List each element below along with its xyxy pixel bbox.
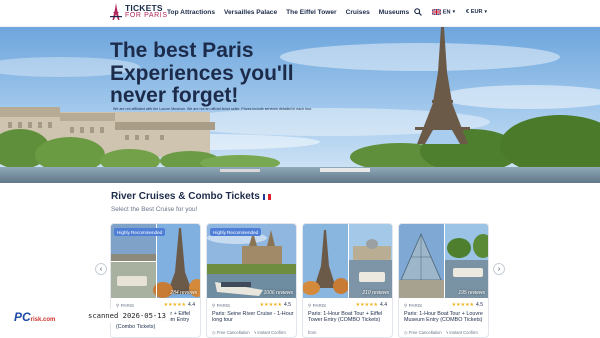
- free-cancellation-feature: ◷ Free Cancellation: [404, 330, 442, 335]
- review-count: 284 reviews: [170, 290, 197, 296]
- france-flag-icon: [262, 193, 271, 200]
- review-count: 210 reviews: [362, 290, 389, 296]
- rating-value: 4.4: [188, 302, 195, 308]
- tour-location: ⚲ PARIS: [308, 303, 326, 309]
- watermark-text: PC: [14, 310, 31, 324]
- pcrisk-watermark: PCrisk.com: [10, 306, 60, 328]
- stars-icon: ★★★★★: [451, 302, 475, 308]
- hero-title: The best Paris Experiences you'll never …: [110, 39, 340, 108]
- price-from-label: from: [308, 330, 317, 335]
- feature-text: Free Cancellation: [216, 330, 250, 335]
- star-rating: ★★★★★ 4.5: [452, 302, 483, 308]
- nav-eiffel-tower[interactable]: The Eiffel Tower: [286, 9, 336, 16]
- instant-confirm-feature: ϟ Instant Confirm: [254, 330, 286, 335]
- uk-flag-icon: [431, 8, 441, 15]
- search-icon[interactable]: [414, 8, 422, 16]
- main-nav: Top Attractions Versailles Palace The Ei…: [167, 9, 409, 16]
- hero-title-line2: Experiences you'll: [110, 61, 294, 85]
- nav-cruises[interactable]: Cruises: [346, 9, 370, 16]
- rating-value: 4.5: [284, 302, 291, 308]
- tour-card[interactable]: 210 reviews ⚲ PARIS ★★★★★ 4.4 Paris: 1-Ho…: [302, 223, 393, 338]
- chevron-right-icon: ›: [497, 265, 501, 273]
- free-cancellation-feature: ◷ Free Cancellation: [212, 330, 250, 335]
- section-title-text: River Cruises & Combo Tickets: [111, 191, 260, 202]
- tour-location: ⚲ PARIS: [404, 303, 422, 309]
- section-title: River Cruises & Combo Tickets: [111, 191, 271, 202]
- tour-card-image: [303, 224, 392, 298]
- carousel-next-button[interactable]: ›: [493, 263, 505, 275]
- chevron-left-icon: ‹: [99, 265, 103, 273]
- stars-icon: ★★★★★: [355, 302, 379, 308]
- currency-label: € EUR: [466, 9, 483, 15]
- chevron-down-icon: ▼: [451, 9, 457, 15]
- tour-location-text: PARIS: [216, 303, 231, 308]
- hero-banner: The best Paris Experiences you'll never …: [0, 27, 600, 183]
- logo-line1: TICKETS: [125, 3, 163, 13]
- section-subtitle: Select the Best Cruise for you!: [111, 206, 198, 213]
- star-rating: ★★★★★ 4.4: [356, 302, 387, 308]
- tour-card[interactable]: Highly Recommended 1006 reviews ⚲ PARIS …: [206, 223, 297, 338]
- feature-text: Instant Confirm: [449, 330, 478, 335]
- instant-confirm-feature: ϟ Instant Confirm: [446, 330, 478, 335]
- language-label: EN: [442, 9, 451, 16]
- nav-museums[interactable]: Museums: [379, 9, 409, 16]
- rating-value: 4.5: [476, 302, 483, 308]
- tour-location-text: PARIS: [312, 303, 327, 308]
- eiffel-logo-icon: [110, 3, 122, 20]
- rating-value: 4.4: [380, 302, 387, 308]
- page: TICKETS FOR PARIS Top Attractions Versai…: [0, 0, 600, 338]
- site-logo[interactable]: TICKETS FOR PARIS: [110, 3, 168, 21]
- logo-text: TICKETS FOR PARIS: [125, 4, 168, 20]
- tour-location-text: PARIS: [408, 303, 423, 308]
- stars-icon: ★★★★★: [163, 302, 187, 308]
- review-count: 1006 reviews: [263, 290, 293, 296]
- watermark-small-text: risk.com: [30, 317, 56, 323]
- chevron-down-icon: ▼: [483, 9, 488, 14]
- tour-title[interactable]: Paris: 1-Hour Boat Tour + Louvre Museum …: [404, 311, 487, 324]
- feature-text: Instant Confirm: [257, 330, 286, 335]
- hero-disclaimer: We are not affiliated with the Louvre Mu…: [113, 107, 313, 111]
- tour-title[interactable]: Paris: 1-Hour Boat Tour + Eiffel Tower E…: [308, 311, 391, 324]
- review-count: 195 reviews: [458, 290, 485, 296]
- hero-title-line1: The best Paris: [110, 39, 254, 62]
- currency-selector[interactable]: € EUR▼: [466, 9, 488, 15]
- scan-stamp: scanned 2026-05-13: [84, 309, 170, 323]
- star-rating: ★★★★★ 4.5: [260, 302, 291, 308]
- nav-versailles-palace[interactable]: Versailles Palace: [224, 9, 277, 16]
- tour-card[interactable]: 195 reviews ⚲ PARIS ★★★★★ 4.5 Paris: 1-Ho…: [398, 223, 489, 338]
- star-rating: ★★★★★ 4.4: [164, 302, 195, 308]
- logo-line2: FOR PARIS: [125, 12, 168, 19]
- tour-location: ⚲ PARIS: [212, 303, 230, 309]
- highly-recommended-badge: Highly Recommended: [210, 228, 262, 236]
- hero-title-line3: never forget!: [110, 84, 239, 107]
- carousel-prev-button[interactable]: ‹: [95, 263, 107, 275]
- stars-icon: ★★★★★: [259, 302, 283, 308]
- site-header: TICKETS FOR PARIS Top Attractions Versai…: [0, 0, 600, 27]
- highly-recommended-badge: Highly Recommended: [114, 228, 166, 236]
- nav-top-attractions[interactable]: Top Attractions: [167, 9, 215, 16]
- tour-title[interactable]: Paris: Seine River Cruise - 1-Hour long …: [212, 311, 295, 324]
- tour-card-image: [399, 224, 488, 298]
- tour-location-text: PARIS: [120, 303, 135, 308]
- feature-text: Free Cancellation: [408, 330, 442, 335]
- header-utilities: EN▼ € EUR▼: [414, 8, 488, 16]
- language-selector[interactable]: EN▼: [431, 8, 457, 16]
- pcrisk-logo: PCrisk.com: [14, 310, 55, 324]
